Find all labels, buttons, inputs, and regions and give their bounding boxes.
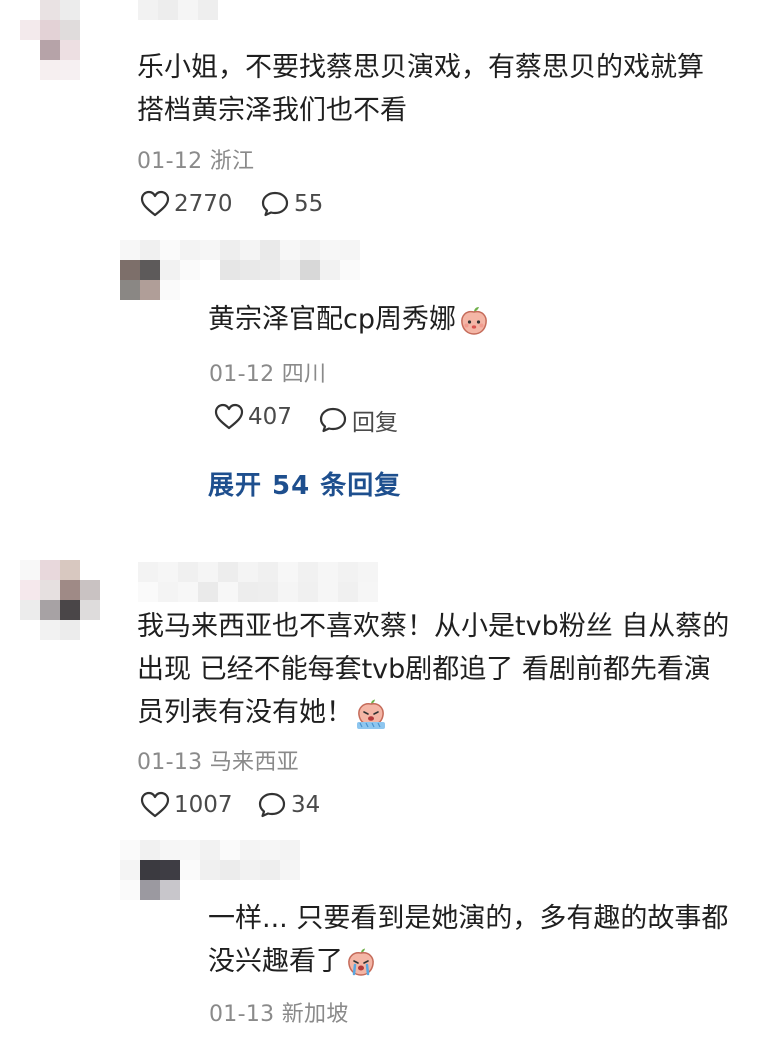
like-button[interactable]: 1007 bbox=[140, 791, 233, 819]
reply-location: 新加坡 bbox=[281, 1002, 349, 1027]
reply-count: 34 bbox=[291, 792, 321, 818]
crying-emoji bbox=[357, 699, 385, 729]
comment-bubble-icon bbox=[261, 191, 289, 217]
like-button[interactable]: 2770 bbox=[140, 190, 233, 218]
avatar[interactable] bbox=[20, 0, 100, 80]
comment-text: 我马来西亚也不喜欢蔡！从小是tvb粉丝 自从蔡的 出现 已经不能每套tvb剧都追… bbox=[137, 611, 730, 729]
avatar[interactable] bbox=[20, 560, 100, 640]
like-count: 407 bbox=[248, 404, 292, 430]
reply-meta: 01-12 四川 bbox=[209, 356, 326, 388]
comment-date: 01-13 bbox=[137, 750, 203, 775]
heart-icon bbox=[140, 791, 170, 818]
reply-button[interactable]: 55 bbox=[260, 190, 323, 218]
expand-replies-link[interactable]: 展开 54 条回复 bbox=[208, 465, 401, 502]
comment-meta: 01-12 浙江 bbox=[137, 143, 254, 175]
like-count: 2770 bbox=[174, 191, 233, 217]
comment-date: 01-12 bbox=[137, 149, 203, 174]
comment-meta: 01-13 马来西亚 bbox=[137, 744, 299, 776]
username[interactable] bbox=[180, 840, 300, 880]
reply-label: 回复 bbox=[352, 410, 398, 436]
username[interactable] bbox=[138, 562, 378, 602]
username[interactable] bbox=[180, 240, 360, 280]
crying-emoji bbox=[348, 948, 374, 976]
comment-text: 乐小姐，不要找蔡思贝演戏，有蔡思贝的戏就算 搭档黄宗泽我们也不看 bbox=[137, 52, 704, 126]
avatar[interactable] bbox=[120, 240, 180, 300]
heart-icon bbox=[140, 190, 170, 217]
reply-count: 55 bbox=[294, 191, 324, 217]
avatar[interactable] bbox=[120, 840, 180, 900]
reply-date: 01-12 bbox=[209, 362, 275, 387]
reply-button[interactable]: 回复 bbox=[318, 403, 398, 437]
username[interactable] bbox=[138, 0, 218, 36]
reply-meta: 01-13 新加坡 bbox=[209, 996, 349, 1028]
heart-icon bbox=[214, 403, 244, 430]
reply-text: 一样... 只要看到是她演的，多有趣的故事都 没兴趣看了 bbox=[208, 903, 729, 977]
peach-emoji bbox=[461, 306, 487, 335]
like-button[interactable]: 407 bbox=[214, 403, 292, 431]
reply-date: 01-13 bbox=[209, 1002, 275, 1027]
like-count: 1007 bbox=[174, 792, 233, 818]
comment-bubble-icon bbox=[258, 792, 286, 818]
comment-bubble-icon bbox=[319, 407, 347, 433]
reply-location: 四川 bbox=[281, 362, 327, 387]
comment-location: 马来西亚 bbox=[209, 750, 299, 775]
reply-button[interactable]: 34 bbox=[257, 791, 320, 819]
comment-location: 浙江 bbox=[209, 149, 255, 174]
reply-text: 黄宗泽官配cp周秀娜 bbox=[208, 298, 490, 341]
